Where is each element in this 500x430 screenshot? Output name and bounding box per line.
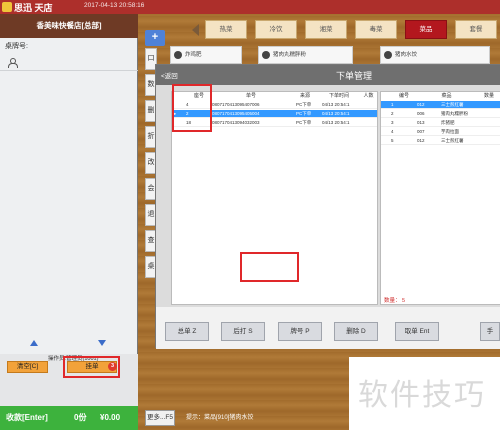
- menu-card-name: 炸鸡肥: [185, 52, 202, 58]
- column-header: 下单时间: [328, 93, 349, 99]
- checkout-button[interactable]: 收款[Enter] 0份 ¥0.00: [0, 406, 138, 430]
- column-header: 单号: [245, 93, 256, 99]
- category-tab[interactable]: 湘菜: [305, 20, 347, 39]
- order-time: 04/13 20:54:1: [322, 111, 350, 116]
- back-button[interactable]: <返回: [161, 70, 178, 80]
- watermark: 软件技巧: [358, 379, 486, 412]
- reprint-button[interactable]: 后打 S: [221, 322, 265, 341]
- hint-text: 提示：菜品[910]猪肉水饺: [186, 415, 254, 421]
- table-row[interactable]: 2 006 猪肉丸糯胖粉: [381, 110, 500, 118]
- order-time: 04/13 20:54:1: [322, 102, 350, 107]
- clear-button[interactable]: 清空[C]: [7, 361, 48, 373]
- checkout-amount: ¥0.00: [100, 413, 121, 422]
- order-order-no: 0807170413095405004: [212, 111, 260, 116]
- order-source: PC下单: [296, 120, 312, 125]
- category-tab[interactable]: 毒菜: [355, 20, 397, 39]
- order-source: PC下单: [296, 111, 312, 116]
- table-no-label: 桌牌号:: [5, 43, 28, 50]
- title-bar: 思迅 天店 2017-04-13 20:58:16: [0, 0, 500, 14]
- dialog-title: 下单管理: [336, 71, 373, 81]
- summary-button[interactable]: 总单 Z: [165, 322, 209, 341]
- total-quantity: 数量： 5: [384, 296, 405, 304]
- datetime: 2017-04-13 20:58:16: [84, 2, 145, 9]
- menu-card-name: 猪肉丸糯胖粉: [273, 52, 307, 58]
- menu-card[interactable]: 猪肉水饺: [380, 46, 490, 64]
- menu-card[interactable]: 炸鸡肥: [170, 46, 242, 64]
- total-value: 5: [402, 298, 406, 304]
- highlight-box: [63, 356, 120, 378]
- dialog-header: <返回 下单管理: [156, 65, 500, 85]
- user-icon[interactable]: [8, 58, 18, 68]
- more-button[interactable]: 更多...F5: [145, 410, 175, 426]
- column-header: 人数: [363, 93, 374, 99]
- category-tab[interactable]: 套餐: [455, 20, 497, 39]
- order-order-no: 0807170413095407006: [212, 102, 260, 107]
- table-row[interactable]: 5 012 三士煎红薯: [381, 137, 500, 145]
- app-logo-icon: [2, 2, 12, 12]
- column-header: 来源: [299, 93, 310, 99]
- item-code: 012: [417, 102, 425, 107]
- highlight-box: [172, 84, 212, 132]
- scroll-down-icon[interactable]: [98, 340, 106, 346]
- add-button[interactable]: +: [145, 30, 165, 46]
- item-name: 芋肉拉面: [441, 129, 459, 134]
- order-source: PC下单: [296, 102, 312, 107]
- item-name: 炸猪肥: [441, 120, 455, 125]
- column-header: 菜品: [441, 93, 452, 99]
- fetch-order-button[interactable]: 取单 Ent: [395, 322, 439, 341]
- menu-card[interactable]: 猪肉丸糯胖粉: [258, 46, 353, 64]
- checkout-label: 收款[Enter]: [6, 413, 48, 422]
- dish-icon: [384, 51, 392, 59]
- checkout-count: 0份: [74, 413, 87, 422]
- category-tab[interactable]: 菜品: [405, 20, 447, 39]
- divider: [0, 70, 138, 71]
- column-header: 数量: [483, 93, 494, 99]
- table-row[interactable]: 3 013 炸猪肥: [381, 119, 500, 127]
- item-name: 三士煎红薯: [441, 102, 464, 107]
- dish-icon: [262, 51, 270, 59]
- table-row[interactable]: 1 012 三士煎红薯: [381, 101, 500, 109]
- item-idx: 1: [391, 102, 394, 107]
- item-name: 三士煎红薯: [441, 138, 464, 143]
- items-table: 编号 菜品 数量 1 012 三士煎红薯 2 006 猪肉丸糯胖粉 3 013 炸猪肥 4 007 芋肉拉面…: [380, 91, 500, 305]
- item-code: 006: [417, 111, 425, 116]
- delete-button[interactable]: 删除 D: [334, 322, 378, 341]
- item-code: 013: [417, 120, 425, 125]
- order-order-no: 0807170413094032003: [212, 120, 260, 125]
- category-tab[interactable]: 冷饮: [255, 20, 297, 39]
- item-idx: 5: [391, 138, 394, 143]
- category-tab[interactable]: 热菜: [205, 20, 247, 39]
- more-actions-button[interactable]: 手: [480, 322, 500, 341]
- highlight-box: [240, 252, 299, 282]
- table-no-button[interactable]: 牌号 P: [278, 322, 322, 341]
- scroll-up-icon[interactable]: [30, 340, 38, 346]
- column-header: [383, 92, 391, 101]
- item-code: 012: [417, 138, 425, 143]
- total-label: 数量：: [384, 298, 401, 304]
- table-row[interactable]: 4 007 芋肉拉面: [381, 128, 500, 136]
- item-idx: 4: [391, 129, 394, 134]
- dish-icon: [174, 51, 182, 59]
- item-code: 007: [417, 129, 425, 134]
- store-name: 香美味快餐店[总部]: [0, 14, 138, 38]
- app-brand: 思迅 天店: [14, 3, 53, 13]
- column-header: 编号: [398, 93, 409, 99]
- item-name: 猪肉丸糯胖粉: [441, 111, 468, 116]
- menu-card-name: 猪肉水饺: [395, 52, 418, 58]
- item-idx: 2: [391, 111, 394, 116]
- order-time: 04/13 20:54:1: [322, 120, 350, 125]
- item-idx: 3: [391, 120, 394, 125]
